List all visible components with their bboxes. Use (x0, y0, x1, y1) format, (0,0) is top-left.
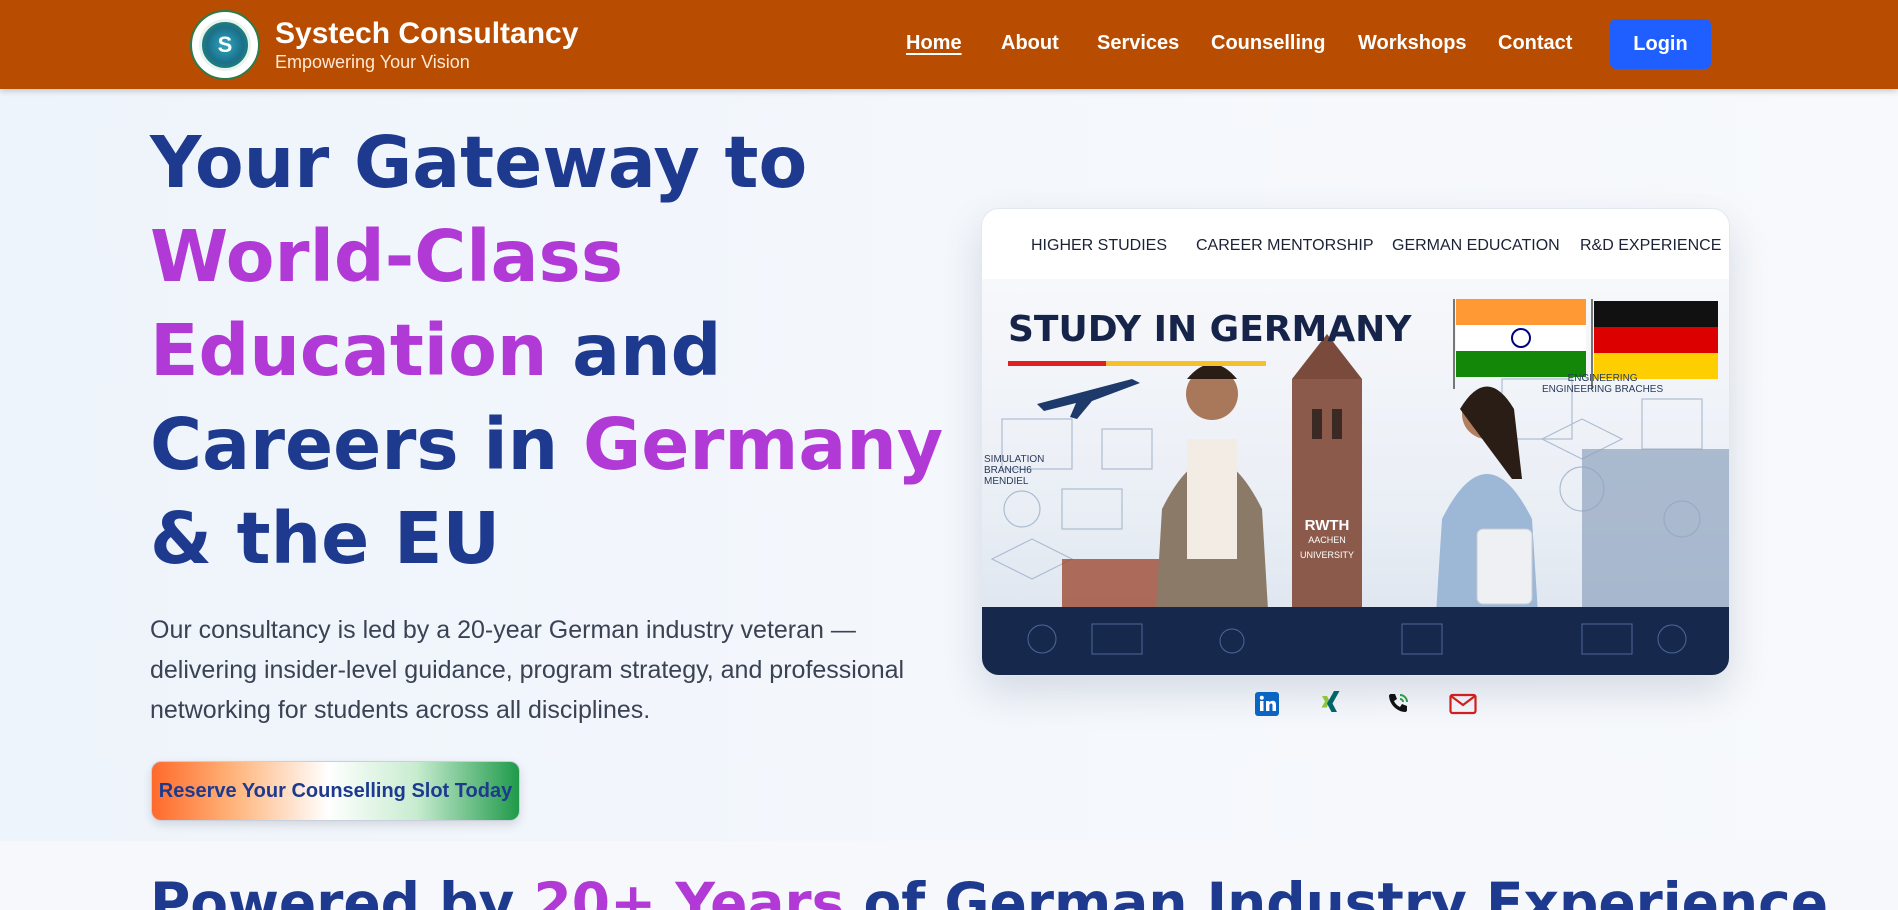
phone-icon[interactable] (1384, 690, 1412, 718)
engineering-label-line-1: ENGINEERING (1567, 373, 1638, 384)
hero-image-card: HIGHER STUDIES CAREER MENTORSHIP GERMAN … (981, 208, 1730, 676)
experience-section: Powered by 20+ Years of German Industry … (0, 841, 1898, 910)
nav-counselling[interactable]: Counselling (1211, 32, 1325, 55)
experience-title-accent: 20+ Years (533, 871, 845, 910)
brand-name[interactable]: Systech Consultancy (275, 17, 578, 51)
headline-accent-3: Germany (582, 403, 944, 486)
engineering-label-line-2: ENGINEERING BRACHES (1542, 384, 1664, 395)
rwth-label-line-1: RWTH (1304, 517, 1350, 534)
simulation-label: SIMULATION BRANCH6 MENDIEL (984, 454, 1044, 487)
hero-headline: Your Gateway to World-Class Education an… (150, 116, 950, 586)
rwth-tower-label: RWTH AACHEN UNIVERSITY (1300, 517, 1355, 562)
headline-accent-1: World-Class (150, 215, 624, 298)
experience-section-title: Powered by 20+ Years of German Industry … (150, 871, 1828, 910)
card-label-career-mentorship: CAREER MENTORSHIP (1196, 237, 1374, 254)
mail-icon[interactable] (1449, 690, 1477, 718)
reserve-counselling-button[interactable]: Reserve Your Counselling Slot Today (151, 761, 520, 821)
rwth-label-line-3: UNIVERSITY (1300, 550, 1355, 560)
nav-contact[interactable]: Contact (1498, 32, 1572, 55)
login-button[interactable]: Login (1610, 19, 1711, 69)
study-germany-illustration: STUDY IN GERMANY ENGINEERING ENGINEERING… (982, 279, 1729, 675)
engineering-label: ENGINEERING ENGINEERING BRACHES (1542, 373, 1663, 395)
headline-part-1: Your Gateway to (150, 121, 808, 204)
simulation-label-line-3: MENDIEL (984, 476, 1029, 487)
nav-home[interactable]: Home (906, 32, 962, 55)
nav-workshops[interactable]: Workshops (1358, 32, 1467, 55)
brand-logo[interactable]: S (190, 10, 260, 80)
card-label-rd-experience: R&D EXPERIENCE (1580, 237, 1722, 254)
headline-part-5: Careers in (150, 403, 583, 486)
logo-emblem: S (199, 19, 251, 71)
title-underline (1008, 361, 1266, 366)
simulation-label-line-1: SIMULATION (984, 454, 1045, 465)
headline-part-4: and (547, 309, 722, 392)
study-in-germany-title: STUDY IN GERMANY (1008, 309, 1412, 350)
brand-tagline: Empowering Your Vision (275, 52, 470, 72)
card-label-row: HIGHER STUDIES CAREER MENTORSHIP GERMAN … (982, 209, 1729, 279)
card-label-german-education: GERMAN EDUCATION (1392, 237, 1560, 254)
experience-title-start: Powered by (150, 871, 534, 910)
card-label-higher-studies: HIGHER STUDIES (1031, 237, 1168, 254)
headline-part-7: & the EU (150, 497, 501, 580)
hero-lead-text: Our consultancy is led by a 20-year Germ… (150, 616, 905, 724)
experience-title-end: of German Industry Experience (844, 871, 1829, 910)
nav-services[interactable]: Services (1097, 32, 1179, 55)
headline-accent-2: Education (150, 309, 548, 392)
xing-icon[interactable] (1318, 690, 1346, 718)
nav-about[interactable]: About (1001, 32, 1059, 55)
linkedin-icon[interactable] (1253, 690, 1281, 718)
rwth-label-line-2: AACHEN (1308, 535, 1346, 545)
simulation-label-line-2: BRANCH6 (984, 465, 1032, 476)
site-header: S Systech Consultancy Empowering Your Vi… (0, 0, 1898, 89)
